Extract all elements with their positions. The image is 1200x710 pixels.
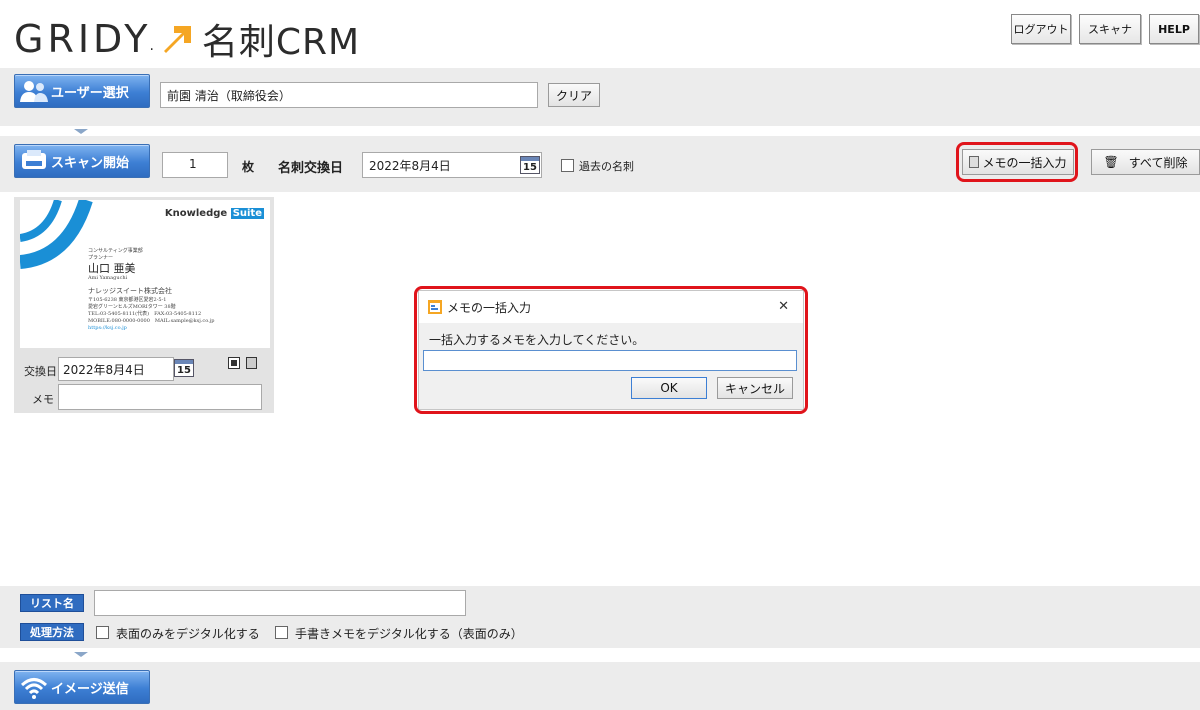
card-mobile: MOBILE:080-0000-0000 MAIL:sample@ksj.co.… bbox=[88, 318, 215, 324]
scanner-button[interactable]: スキャナ bbox=[1079, 14, 1141, 44]
user-select-label: ユーザー選択 bbox=[51, 85, 129, 101]
app-logo: GRIDY . 名刺CRM bbox=[14, 14, 360, 64]
logo-arrow-icon bbox=[163, 26, 191, 53]
card-text-block: コンサルティング事業部 プランナー 山口 亜美 Ami Yamaguchi ナレ… bbox=[88, 248, 214, 332]
exchange-date-input[interactable]: 2022年8月4日 bbox=[362, 152, 542, 178]
card-name-roman: Ami Yamaguchi bbox=[88, 275, 128, 281]
card-title: プランナー bbox=[88, 255, 114, 261]
logo-subtitle: 名刺CRM bbox=[201, 22, 361, 63]
scanned-card: Knowledge Suite コンサルティング事業部 プランナー 山口 亜美 … bbox=[14, 197, 274, 413]
handwritten-memo-label: 手書きメモをデジタル化する（表面のみ） bbox=[295, 627, 523, 641]
card-brand-box: Suite bbox=[230, 208, 264, 219]
card-url: https://ksj.co.jp bbox=[88, 325, 127, 331]
delete-all-button[interactable]: 🗑 すべて削除 bbox=[1091, 149, 1200, 175]
scan-start-button[interactable]: スキャン開始 bbox=[14, 144, 150, 178]
memo-label: メモ bbox=[32, 393, 54, 406]
card-company: ナレッジスイート株式会社 bbox=[88, 287, 172, 295]
list-options-bar: リスト名 処理方法 表面のみをデジタル化する 手書きメモをデジタル化する（表面の… bbox=[0, 586, 1200, 648]
delete-all-label: すべて削除 bbox=[1128, 155, 1188, 170]
calendar-icon[interactable]: 15 bbox=[520, 156, 540, 174]
memo-button-highlight bbox=[956, 142, 1078, 182]
card-calendar-icon[interactable]: 15 bbox=[174, 359, 194, 377]
card-flip-icon[interactable] bbox=[228, 357, 240, 369]
send-bar: イメージ送信 bbox=[0, 662, 1200, 710]
card-brand: Knowledge Suite bbox=[165, 208, 264, 219]
scanner-icon bbox=[22, 150, 46, 169]
card-address1: 〒105-6238 東京都港区愛宕2-5-1 bbox=[88, 297, 167, 303]
handwritten-memo-checkbox[interactable] bbox=[275, 626, 288, 639]
business-card-image: Knowledge Suite コンサルティング事業部 プランナー 山口 亜美 … bbox=[20, 200, 270, 348]
users-icon bbox=[20, 81, 48, 102]
list-name-label: リスト名 bbox=[20, 594, 84, 612]
logo-text: GRIDY bbox=[14, 17, 152, 61]
logo-dot: . bbox=[149, 38, 154, 54]
wifi-icon bbox=[20, 678, 48, 699]
trash-icon: 🗑 bbox=[1103, 155, 1119, 169]
past-card-label: 過去の名刺 bbox=[579, 160, 634, 173]
count-unit-label: 枚 bbox=[242, 160, 255, 174]
processing-method-label: 処理方法 bbox=[20, 623, 84, 641]
front-only-label: 表面のみをデジタル化する bbox=[116, 627, 260, 641]
flow-arrow-icon bbox=[74, 129, 88, 134]
dialog-highlight bbox=[414, 286, 808, 414]
card-tel: TEL:03-5405-8111(代表) FAX:03-5405-8112 bbox=[88, 311, 202, 317]
list-name-input[interactable] bbox=[94, 590, 466, 616]
send-image-button[interactable]: イメージ送信 bbox=[14, 670, 150, 704]
card-dept: コンサルティング事業部 bbox=[88, 248, 143, 254]
exchange-date-label: 名刺交換日 bbox=[278, 161, 344, 176]
front-only-checkbox[interactable] bbox=[96, 626, 109, 639]
send-image-label: イメージ送信 bbox=[51, 681, 129, 697]
past-card-checkbox[interactable] bbox=[561, 159, 574, 172]
selected-user-field[interactable]: 前園 清治（取締役会） bbox=[160, 82, 538, 108]
user-select-button[interactable]: ユーザー選択 bbox=[14, 74, 150, 108]
clear-button[interactable]: クリア bbox=[548, 83, 600, 107]
user-select-bar: ユーザー選択 前園 清治（取締役会） クリア bbox=[0, 68, 1200, 126]
help-button[interactable]: HELP bbox=[1149, 14, 1199, 44]
card-memo-input[interactable] bbox=[58, 384, 262, 410]
card-brand-text: Knowledge bbox=[164, 208, 228, 219]
exchange-day-label: 交換日 bbox=[24, 365, 57, 378]
scan-start-label: スキャン開始 bbox=[51, 155, 130, 171]
scan-count-input[interactable]: 1 bbox=[162, 152, 228, 178]
flow-arrow-icon-2 bbox=[74, 652, 88, 657]
card-delete-icon[interactable] bbox=[246, 357, 257, 369]
card-address2: 愛宕グリーンヒルズMORIタワー 38階 bbox=[88, 304, 176, 310]
card-exchange-date-input[interactable]: 2022年8月4日 bbox=[58, 357, 174, 381]
logout-button[interactable]: ログアウト bbox=[1011, 14, 1071, 44]
card-name: 山口 亜美 bbox=[88, 262, 136, 275]
